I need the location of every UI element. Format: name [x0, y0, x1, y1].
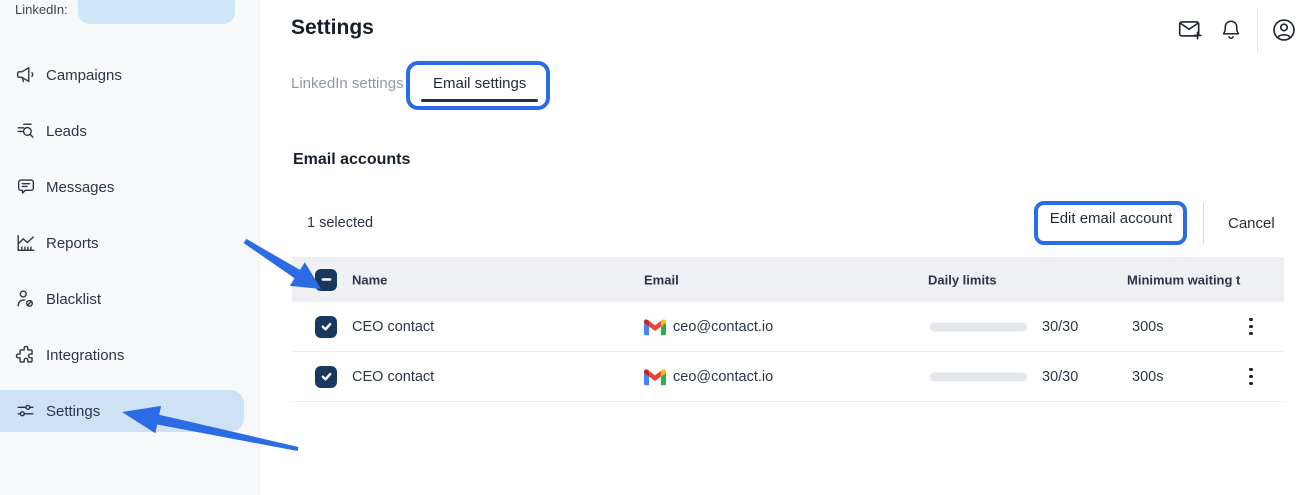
table-row: CEO contact ceo@contact.io 30/30 300s	[292, 352, 1284, 402]
sidebar-item-label: Settings	[46, 403, 100, 420]
tab-linkedin-settings[interactable]: LinkedIn settings	[291, 75, 404, 92]
sidebar-item-label: Blacklist	[46, 291, 101, 308]
sidebar-item-settings[interactable]: Settings	[0, 390, 244, 432]
cancel-button[interactable]: Cancel	[1228, 215, 1275, 232]
megaphone-icon	[14, 63, 38, 87]
row-checkbox[interactable]	[315, 316, 337, 338]
sidebar-item-label: Integrations	[46, 347, 124, 364]
account-name: CEO contact	[352, 369, 434, 385]
account-name: CEO contact	[352, 319, 434, 335]
daily-limit-progress-bar	[930, 372, 1027, 381]
section-title-email-accounts: Email accounts	[293, 151, 410, 169]
min-waiting-value: 300s	[1132, 369, 1163, 385]
gmail-icon	[644, 368, 666, 385]
button-divider	[1203, 203, 1204, 244]
row-menu-kebab-icon[interactable]	[1242, 365, 1260, 389]
edit-email-account-button[interactable]: Edit email account	[1043, 210, 1179, 227]
daily-limit-value: 30/30	[1042, 319, 1078, 335]
column-header-daily-limits: Daily limits	[928, 272, 997, 287]
leads-search-icon	[14, 119, 38, 143]
profile-icon[interactable]	[1271, 17, 1297, 43]
account-email: ceo@contact.io	[673, 319, 773, 335]
sidebar-item-messages[interactable]: Messages	[0, 166, 244, 208]
sidebar: LinkedIn: Campaigns Leads Messages Repor	[0, 0, 260, 495]
selected-count-label: 1 selected	[307, 215, 373, 231]
app-window: LinkedIn: Campaigns Leads Messages Repor	[0, 0, 1299, 495]
account-email: ceo@contact.io	[673, 369, 773, 385]
row-checkbox[interactable]	[315, 366, 337, 388]
sidebar-item-label: Leads	[46, 123, 87, 140]
chat-bubble-icon	[14, 175, 38, 199]
linkedin-account-chip	[78, 0, 235, 24]
sidebar-item-label: Reports	[46, 235, 99, 252]
gmail-icon	[644, 318, 666, 335]
table-header-row: Name Email Daily limits Minimum waiting …	[292, 257, 1284, 302]
min-waiting-value: 300s	[1132, 319, 1163, 335]
blocked-user-icon	[14, 287, 38, 311]
active-tab-underline	[421, 99, 538, 102]
column-header-email: Email	[644, 272, 679, 287]
sidebar-item-blacklist[interactable]: Blacklist	[0, 278, 244, 320]
column-header-min-waiting: Minimum waiting t	[1127, 272, 1240, 287]
daily-limit-progress-bar	[930, 322, 1027, 331]
bar-chart-icon	[14, 231, 38, 255]
add-email-icon[interactable]	[1177, 17, 1203, 43]
topbar-divider	[1257, 8, 1258, 52]
table-row: CEO contact ceo@contact.io 30/30 300s	[292, 302, 1284, 352]
puzzle-icon	[14, 343, 38, 367]
sidebar-item-reports[interactable]: Reports	[0, 222, 244, 264]
sidebar-item-leads[interactable]: Leads	[0, 110, 244, 152]
notifications-bell-icon[interactable]	[1218, 17, 1244, 43]
sidebar-item-integrations[interactable]: Integrations	[0, 334, 244, 376]
page-title: Settings	[291, 16, 374, 40]
sidebar-item-label: Messages	[46, 179, 114, 196]
sliders-icon	[14, 399, 38, 423]
tab-email-settings[interactable]: Email settings	[433, 75, 526, 92]
email-accounts-table: Name Email Daily limits Minimum waiting …	[292, 257, 1284, 402]
daily-limit-value: 30/30	[1042, 369, 1078, 385]
sidebar-item-campaigns[interactable]: Campaigns	[0, 54, 244, 96]
column-header-name: Name	[352, 272, 387, 287]
sidebar-item-label: Campaigns	[46, 67, 122, 84]
row-menu-kebab-icon[interactable]	[1242, 315, 1260, 339]
linkedin-account-label: LinkedIn:	[15, 2, 68, 17]
select-all-checkbox[interactable]	[315, 269, 337, 291]
